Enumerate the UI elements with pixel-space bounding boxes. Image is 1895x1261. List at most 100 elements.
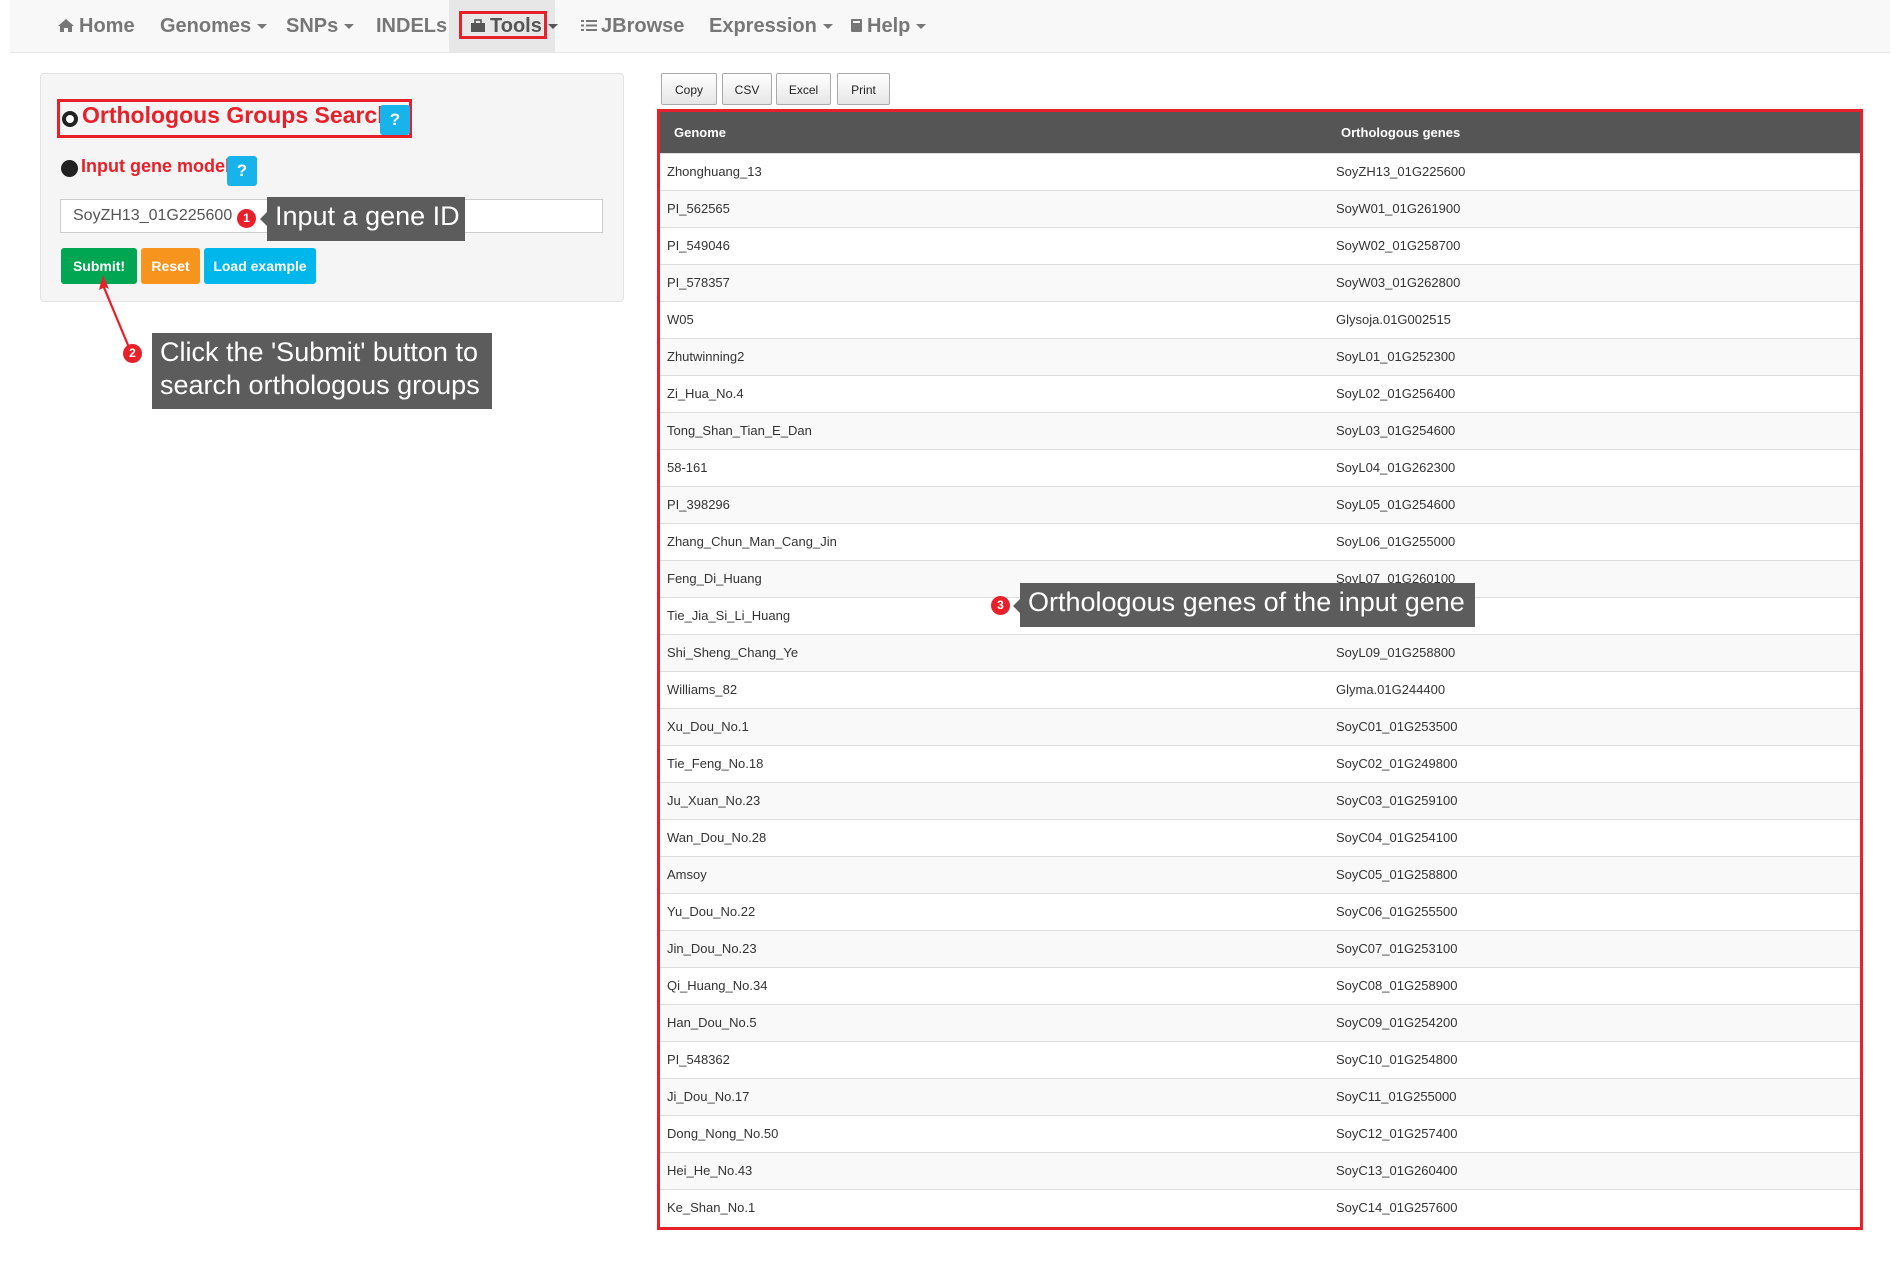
ortholog-gene-cell: SoyL03_01G254600 [1329, 411, 1860, 449]
table-row: Zhutwinning2 SoyL01_01G252300 [660, 337, 1860, 375]
ortholog-gene-cell: SoyC07_01G253100 [1329, 929, 1860, 967]
callout-2-arrow-icon [99, 275, 130, 348]
orthologs-table-container: Genome Orthologous genes Zhonghuang_13 So… [657, 109, 1863, 1230]
table-row: Zhonghuang_13 SoyZH13_01G225600 [660, 152, 1860, 190]
table-row: Zhang_Chun_Man_Cang_Jin SoyL06_01G255000 [660, 522, 1860, 560]
callout-1: Input a gene ID [267, 197, 465, 241]
ortholog-gene-cell: Glysoja.01G002515 [1329, 300, 1860, 338]
nav-expression-label: Expression [709, 15, 817, 37]
table-row: PI_578357 SoyW03_01G262800 [660, 263, 1860, 301]
callout-3-pointer [1013, 599, 1020, 613]
table-row: Han_Dou_No.5 SoyC09_01G254200 [660, 1003, 1860, 1041]
ortholog-gene-cell: SoyC03_01G259100 [1329, 781, 1860, 819]
load-example-button[interactable]: Load example [204, 248, 316, 284]
table-row: Zi_Hua_No.4 SoyL02_01G256400 [660, 374, 1860, 412]
ortholog-gene-cell: SoyL09_01G258800 [1329, 633, 1860, 671]
ortholog-gene-cell: SoyC10_01G254800 [1329, 1040, 1860, 1078]
genome-cell: Qi_Huang_No.34 [660, 966, 1329, 1004]
genome-cell: PI_398296 [660, 485, 1329, 523]
nav-home-label: Home [79, 15, 135, 37]
ortholog-gene-cell: SoyC14_01G257600 [1329, 1188, 1860, 1226]
ortholog-gene-cell: Glyma.01G244400 [1329, 670, 1860, 708]
genome-cell: Tong_Shan_Tian_E_Dan [660, 411, 1329, 449]
table-row: Ji_Dou_No.17 SoyC11_01G255000 [660, 1077, 1860, 1115]
tools-highlight-box [459, 11, 547, 39]
ortholog-gene-cell: SoyC12_01G257400 [1329, 1114, 1860, 1152]
nav-snps-label: SNPs [286, 15, 339, 37]
genome-cell: PI_548362 [660, 1040, 1329, 1078]
genome-cell: Shi_Sheng_Chang_Ye [660, 633, 1329, 671]
nav-expression[interactable]: Expression [709, 0, 833, 52]
nav-jbrowse-label: JBrowse [601, 15, 685, 37]
ortholog-gene-cell: SoyW03_01G262800 [1329, 263, 1860, 301]
callout-2-line2: search orthologous groups [160, 370, 480, 400]
genome-cell: Zhutwinning2 [660, 337, 1329, 375]
ortholog-gene-cell: SoyC09_01G254200 [1329, 1003, 1860, 1041]
ortholog-gene-cell: SoyW01_01G261900 [1329, 189, 1860, 227]
table-row: Xu_Dou_No.1 SoyC01_01G253500 [660, 707, 1860, 745]
genome-cell: PI_578357 [660, 263, 1329, 301]
nav-snps[interactable]: SNPs [286, 0, 355, 52]
table-row: W05 Glysoja.01G002515 [660, 300, 1860, 338]
callout-3: Orthologous genes of the input gene [1020, 583, 1475, 627]
ortholog-gene-cell: SoyL05_01G254600 [1329, 485, 1860, 523]
column-header-orthologous-genes[interactable]: Orthologous genes [1329, 112, 1860, 153]
caret-down-icon [257, 24, 268, 30]
genome-cell: Hei_He_No.43 [660, 1151, 1329, 1189]
nav-help[interactable]: Help [850, 0, 927, 53]
genome-cell: W05 [660, 300, 1329, 338]
callout-1-badge: 1 [237, 209, 256, 228]
nav-indels[interactable]: INDELs [376, 0, 447, 52]
orthologs-table: Genome Orthologous genes Zhonghuang_13 So… [660, 112, 1860, 1226]
genome-cell: Ke_Shan_No.1 [660, 1188, 1329, 1226]
genome-cell: PI_562565 [660, 189, 1329, 227]
genome-cell: Tie_Feng_No.18 [660, 744, 1329, 782]
table-row: Shi_Sheng_Chang_Ye SoyL09_01G258800 [660, 633, 1860, 671]
callout-2-badge: 2 [123, 344, 142, 363]
caret-down-icon [916, 24, 927, 30]
callout-1-pointer [260, 212, 267, 226]
nav-jbrowse[interactable]: JBrowse [581, 0, 684, 52]
genome-cell: Zhang_Chun_Man_Cang_Jin [660, 522, 1329, 560]
callout-2-line1: Click the 'Submit' button to [160, 337, 478, 367]
genome-cell: Zhonghuang_13 [660, 152, 1329, 190]
nav-genomes-label: Genomes [160, 15, 252, 37]
table-row: PI_562565 SoyW01_01G261900 [660, 189, 1860, 227]
genome-cell: Han_Dou_No.5 [660, 1003, 1329, 1041]
ortholog-gene-cell: SoyZH13_01G225600 [1329, 152, 1860, 190]
csv-button[interactable]: CSV [722, 73, 772, 105]
bullet-dot-icon [61, 160, 78, 177]
caret-down-icon [822, 24, 833, 30]
ortholog-gene-cell: SoyL04_01G262300 [1329, 448, 1860, 486]
title-help-button[interactable]: ? [380, 105, 410, 135]
table-row: Yu_Dou_No.22 SoyC06_01G255500 [660, 892, 1860, 930]
nav-indels-label: INDELs [376, 15, 448, 37]
table-row: Jin_Dou_No.23 SoyC07_01G253100 [660, 929, 1860, 967]
ortholog-gene-cell: SoyC11_01G255000 [1329, 1077, 1860, 1115]
genome-cell: Dong_Nong_No.50 [660, 1114, 1329, 1152]
print-button[interactable]: Print [837, 73, 890, 105]
excel-button[interactable]: Excel [776, 73, 831, 105]
copy-button[interactable]: Copy [661, 73, 717, 105]
table-row: PI_548362 SoyC10_01G254800 [660, 1040, 1860, 1078]
genome-cell: Yu_Dou_No.22 [660, 892, 1329, 930]
genome-cell: Williams_82 [660, 670, 1329, 708]
genome-cell: Zi_Hua_No.4 [660, 374, 1329, 412]
caret-down-icon [344, 24, 355, 30]
table-row: Wan_Dou_No.28 SoyC04_01G254100 [660, 818, 1860, 856]
column-header-genome[interactable]: Genome [660, 112, 1329, 153]
genome-cell: Ji_Dou_No.17 [660, 1077, 1329, 1115]
gene-model-help-button[interactable]: ? [227, 156, 257, 186]
table-row: Dong_Nong_No.50 SoyC12_01G257400 [660, 1114, 1860, 1152]
callout-2: Click the 'Submit' button to search orth… [152, 333, 492, 409]
reset-button[interactable]: Reset [141, 248, 200, 284]
table-row: Williams_82 Glyma.01G244400 [660, 670, 1860, 708]
ortholog-gene-cell: SoyL02_01G256400 [1329, 374, 1860, 412]
genome-cell: Xu_Dou_No.1 [660, 707, 1329, 745]
radio-circle-icon [62, 111, 78, 127]
list-icon [581, 1, 597, 53]
book-icon [850, 1, 863, 53]
nav-home[interactable]: Home [57, 0, 135, 52]
genome-cell: Amsoy [660, 855, 1329, 893]
nav-genomes[interactable]: Genomes [160, 0, 268, 52]
